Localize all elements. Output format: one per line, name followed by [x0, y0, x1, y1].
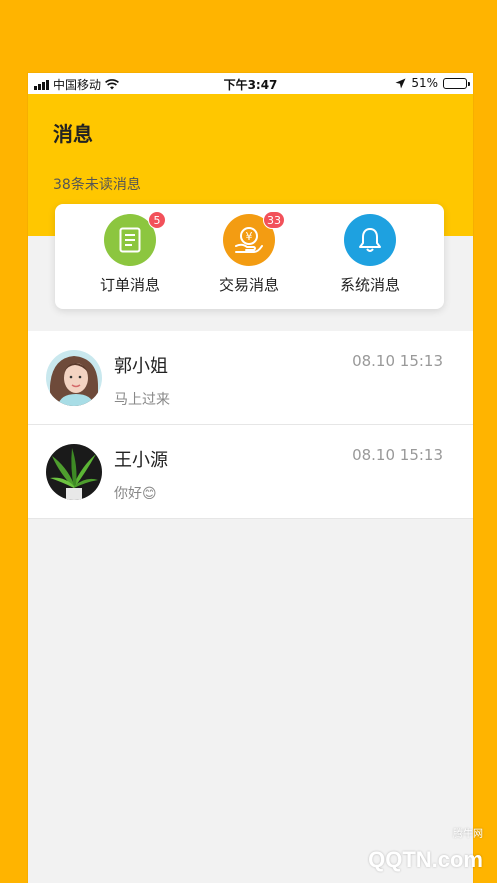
system-icon-circle [344, 214, 396, 266]
category-card: 5 订单消息 ¥ 33 交易消息 系统消息 [55, 204, 444, 309]
bell-icon [359, 228, 381, 252]
watermark: 腾牛网 QQTN.com [279, 819, 489, 879]
category-order[interactable]: 5 订单消息 [80, 211, 180, 304]
message-list: 郭小姐 08.10 15:13 马上过来 王小源 08.10 15:13 你好😊 [28, 331, 473, 519]
battery-icon [443, 77, 470, 89]
trade-icon-circle: ¥ 33 [223, 211, 285, 266]
sender-name: 王小源 [114, 450, 168, 471]
avatar [46, 444, 102, 500]
trade-badge: 33 [263, 211, 285, 229]
sender-name: 郭小姐 [114, 356, 168, 377]
order-badge: 5 [148, 211, 166, 229]
avatar [46, 350, 102, 406]
message-time: 08.10 15:13 [352, 446, 443, 464]
battery-percent: 51% [411, 76, 438, 90]
message-row[interactable]: 郭小姐 08.10 15:13 马上过来 [28, 331, 473, 425]
status-bar: 中国移动 下午3:47 51% [28, 73, 473, 94]
order-icon-circle: 5 [104, 211, 166, 266]
category-label-system: 系统消息 [339, 276, 400, 294]
unread-count: 38条未读消息 [53, 177, 141, 193]
status-right: 51% [395, 76, 470, 90]
message-preview: 你好😊 [114, 486, 157, 502]
svg-text:¥: ¥ [246, 230, 253, 243]
yuan-hand-icon: ¥ [235, 227, 263, 253]
category-label-order: 订单消息 [99, 276, 160, 294]
watermark-small: 腾牛网 [453, 829, 483, 840]
page-title: 消息 [53, 122, 93, 146]
message-time: 08.10 15:13 [352, 352, 443, 370]
category-system[interactable]: 系统消息 [320, 214, 420, 304]
category-label-trade: 交易消息 [218, 276, 279, 294]
watermark-text: QQTN.com [368, 847, 483, 872]
message-preview: 马上过来 [114, 392, 170, 408]
location-arrow-icon [395, 78, 406, 88]
message-row[interactable]: 王小源 08.10 15:13 你好😊 [28, 425, 473, 519]
phone-screen: 中国移动 下午3:47 51% 消息 38条未读消息 5 订单消息 ¥ 33 交… [28, 73, 473, 883]
document-icon [119, 227, 141, 253]
category-trade[interactable]: ¥ 33 交易消息 [199, 211, 299, 304]
